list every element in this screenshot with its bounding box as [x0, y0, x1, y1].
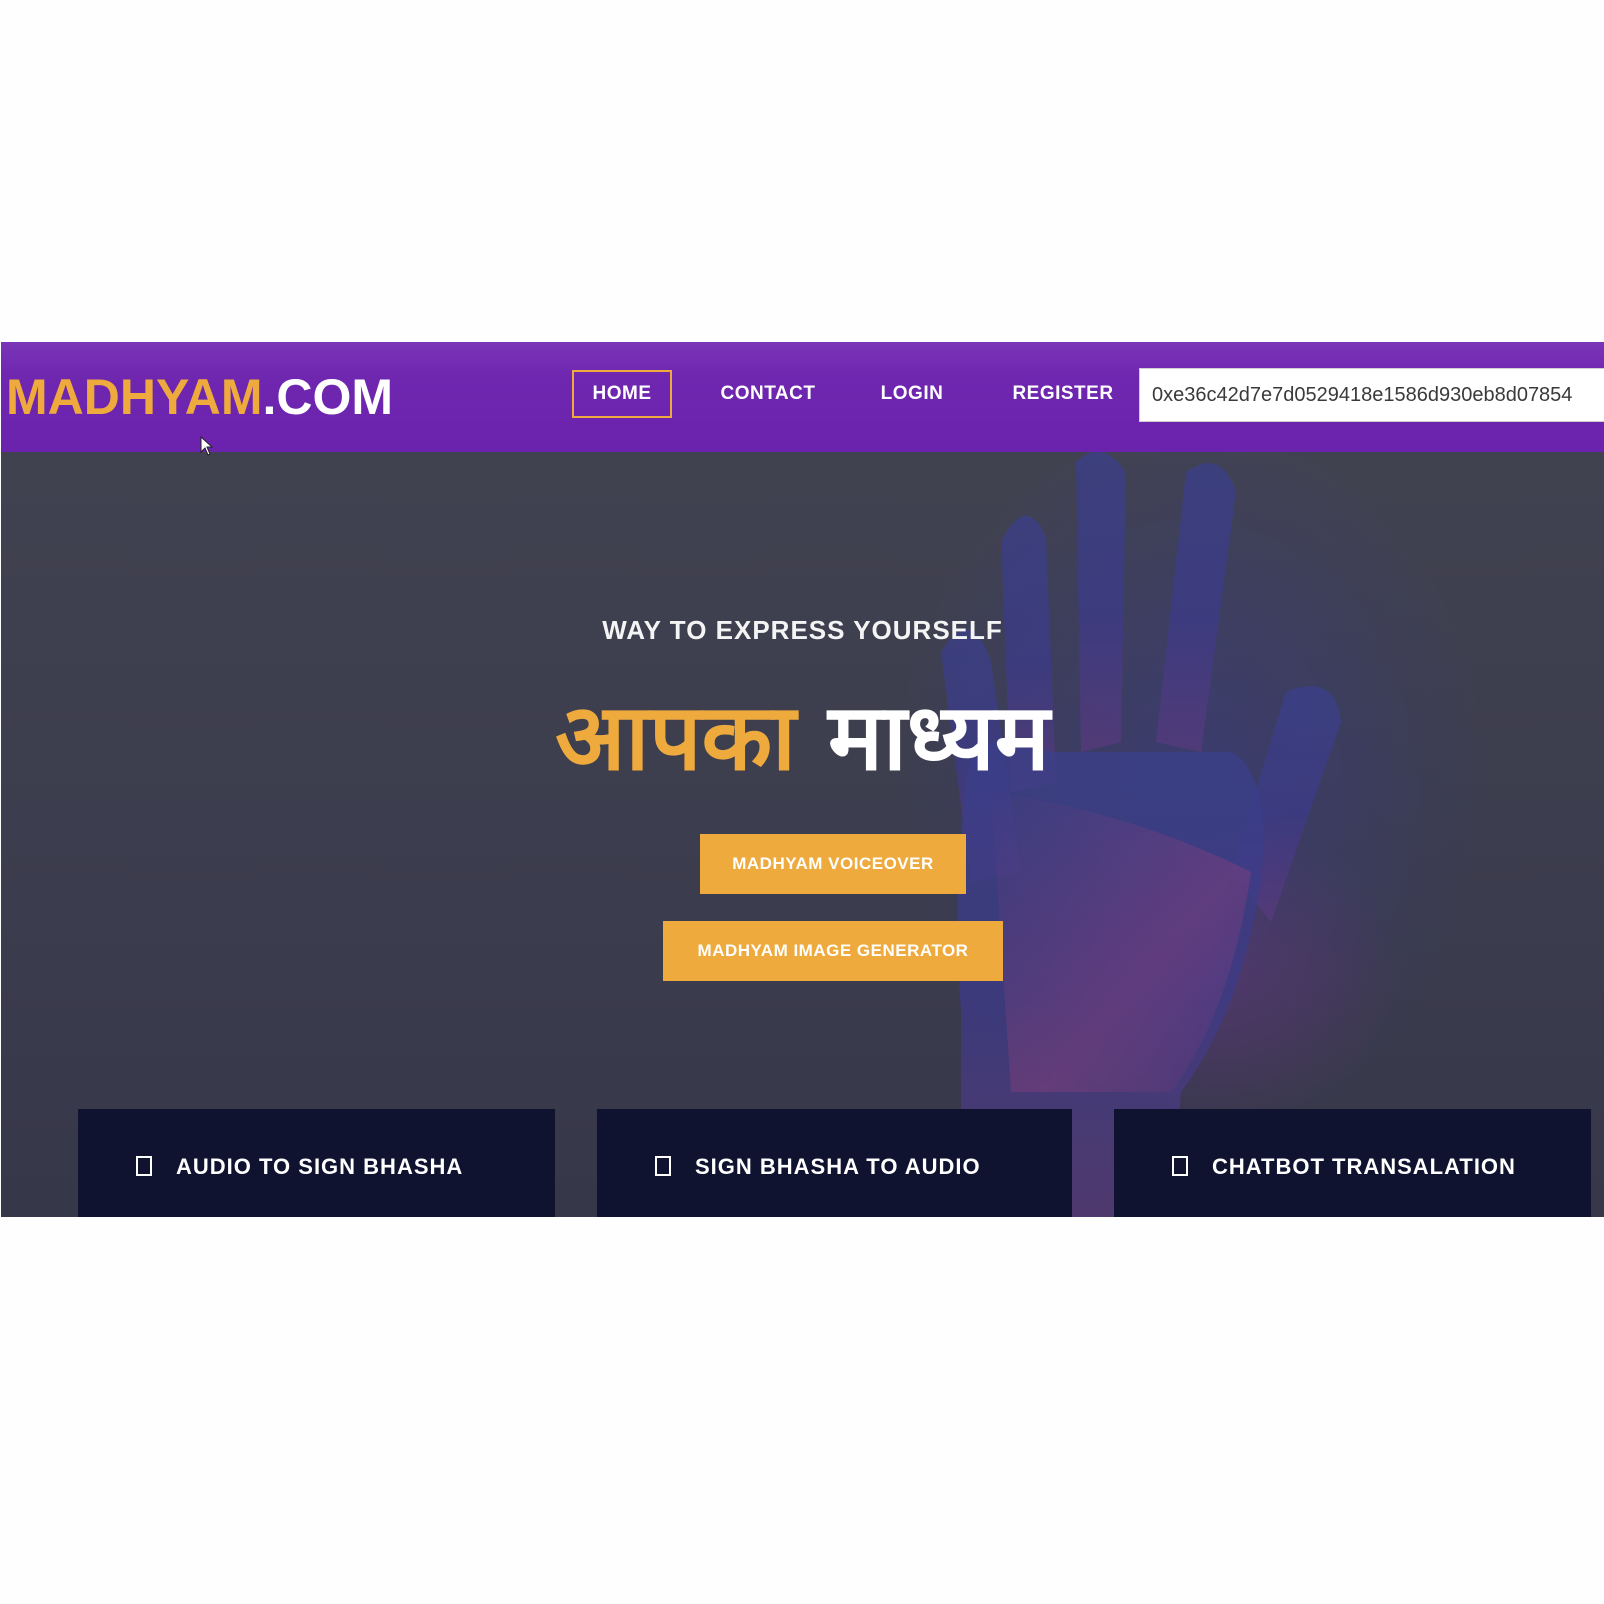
feature-card-sign-to-audio[interactable]: SIGN BHASHA TO AUDIO: [597, 1109, 1072, 1217]
browser-viewport: MADHYAM.COM HOME CONTACT LOGIN REGISTER: [1, 342, 1604, 1217]
nav-contact-link[interactable]: CONTACT: [716, 370, 820, 418]
feature-card-label: CHATBOT TRANSALATION: [1212, 1154, 1516, 1179]
logo-text-suffix: .COM: [262, 369, 394, 425]
hero-tagline: WAY TO EXPRESS YOURSELF: [602, 615, 1003, 645]
square-outline-icon: [136, 1156, 152, 1176]
headline-accent-word: आपका: [555, 684, 796, 791]
image-generator-button[interactable]: MADHYAM IMAGE GENERATOR: [663, 921, 1003, 981]
logo-text-accent: MADHYAM: [6, 369, 263, 425]
square-outline-icon: [655, 1156, 671, 1176]
feature-card-label: SIGN BHASHA TO AUDIO: [695, 1154, 981, 1179]
hero-headline: आपका माध्यम: [1, 692, 1604, 784]
voiceover-button[interactable]: MADHYAM VOICEOVER: [700, 834, 966, 894]
nav-login-link[interactable]: LOGIN: [871, 370, 953, 418]
feature-card-audio-to-sign[interactable]: AUDIO TO SIGN BHASHA: [78, 1109, 555, 1217]
mouse-cursor-icon: [200, 436, 214, 456]
headline-white-word: माध्यम: [827, 684, 1050, 791]
nav-home-link[interactable]: HOME: [572, 370, 672, 418]
site-logo[interactable]: MADHYAM.COM: [6, 372, 393, 422]
hand-background-image: [941, 452, 1341, 1217]
hero-section: WAY TO EXPRESS YOURSELF आपका माध्यम MADH…: [1, 452, 1604, 1217]
wallet-address-field[interactable]: [1139, 368, 1604, 422]
feature-card-label: AUDIO TO SIGN BHASHA: [176, 1154, 464, 1179]
square-outline-icon: [1172, 1156, 1188, 1176]
nav-register-link[interactable]: REGISTER: [1006, 370, 1120, 418]
navbar: MADHYAM.COM HOME CONTACT LOGIN REGISTER: [1, 342, 1604, 452]
feature-card-chatbot-translation[interactable]: CHATBOT TRANSALATION: [1114, 1109, 1591, 1217]
